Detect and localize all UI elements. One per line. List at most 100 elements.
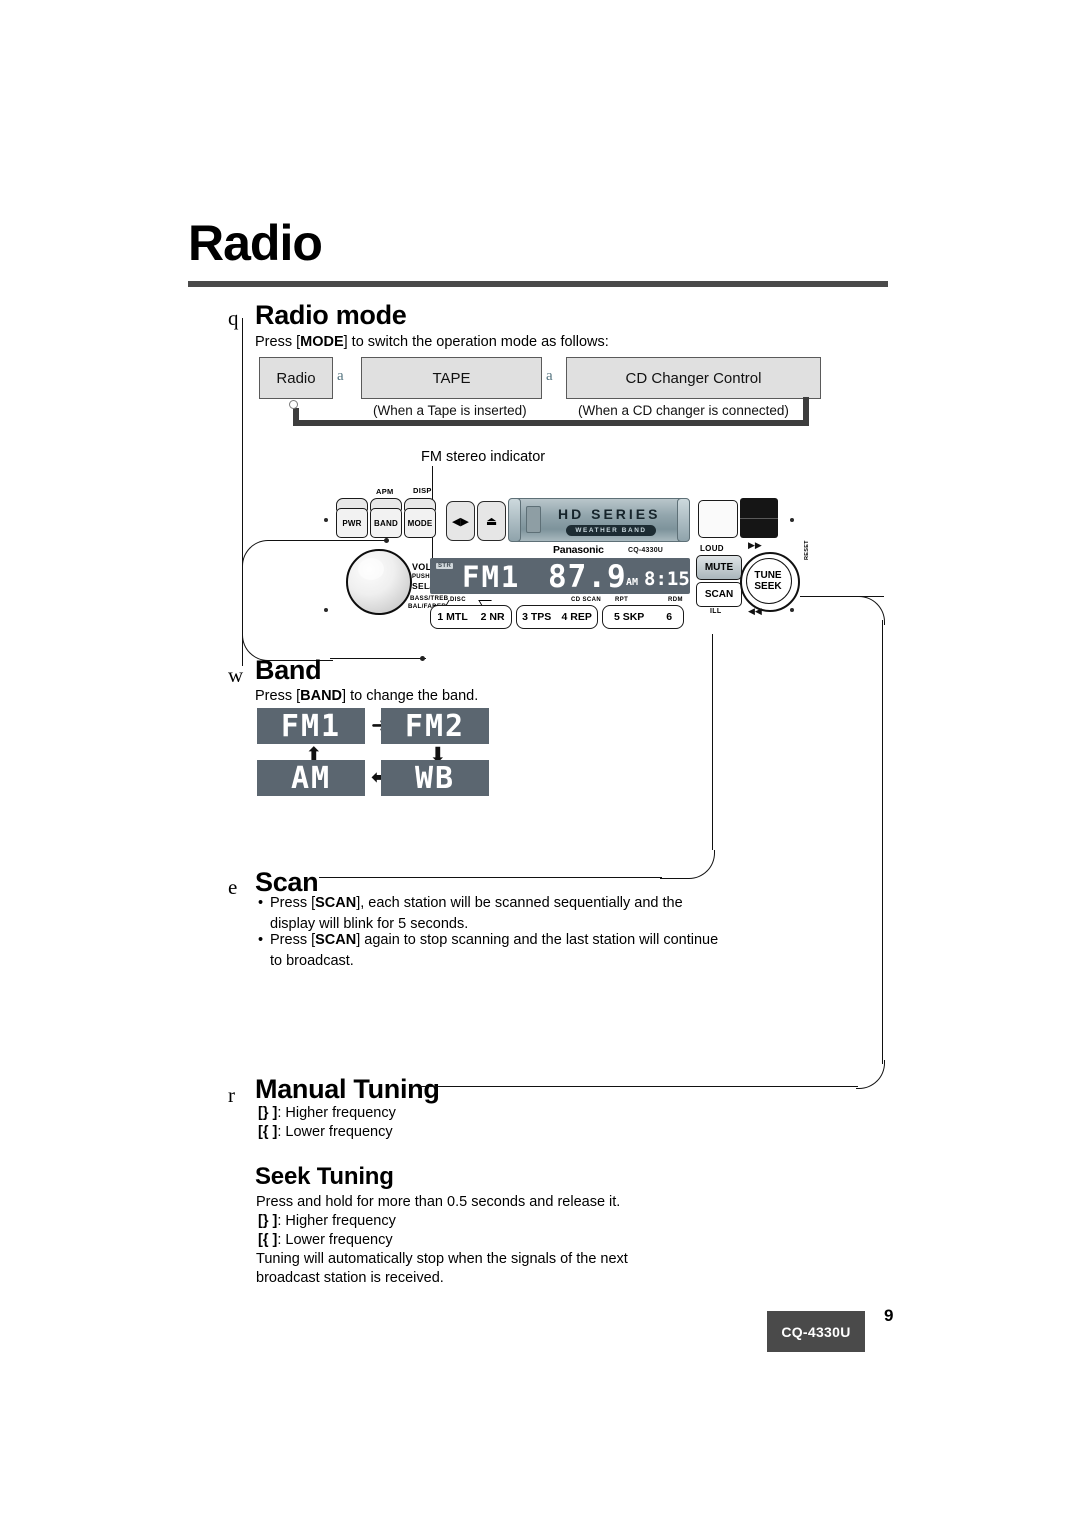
hd-series-logo: HD SERIES (558, 506, 661, 522)
scan-bullet-1-dot: • (258, 895, 264, 911)
label-push: PUSH (412, 574, 430, 580)
mode-button-label: MODE (407, 518, 433, 528)
band-cycle-am: AM (257, 760, 365, 796)
scan-button[interactable]: SCAN (696, 582, 742, 607)
seek-tuning-line-2-text: : Lower frequency (277, 1232, 393, 1248)
band-cycle-wb-label: WB (414, 760, 456, 796)
manual-tuning-line-2: [{ ]: Lower frequency (258, 1123, 393, 1142)
scroll-button[interactable]: ◀▶ (446, 501, 475, 541)
footer-model-badge: CQ-4330U (767, 1311, 865, 1352)
leader-tune-horizontal-bottom (420, 1086, 858, 1087)
mode-note-cd-changer: (When a CD changer is connected) (578, 403, 789, 418)
scan-bullet-1-pre: Press [ (270, 895, 316, 911)
label-apm: APM (376, 487, 394, 496)
mode-box-cd-changer[interactable]: CD Changer Control (566, 357, 821, 399)
section-marker-manual-tuning: r (228, 1083, 235, 1107)
leader-w-endpoint (384, 538, 389, 543)
mode-box-radio[interactable]: Radio (259, 357, 333, 399)
mode-box-cd-changer-label: CD Changer Control (625, 369, 762, 387)
seek-label: SEEK (754, 580, 782, 592)
manual-page: Radio q Radio mode Press [MODE] to switc… (0, 0, 1080, 1528)
preset-group-3[interactable]: 5 SKP 6 (602, 605, 684, 629)
band-cycle-fm2: FM2 (381, 708, 489, 744)
section-marker-radio-mode: q (228, 306, 239, 330)
tune-seek-label: TUNE SEEK (746, 570, 790, 592)
preset-4-label: 4 REP (561, 611, 592, 623)
manual-tuning-line-2-text: : Lower frequency (277, 1124, 393, 1140)
preset-2-label: 2 NR (480, 611, 505, 623)
mode-note-tape: (When a Tape is inserted) (373, 403, 527, 418)
mode-flow-arrow-2: a (546, 368, 553, 384)
label-ill: ILL (710, 608, 722, 615)
faceplate-right-cap (677, 498, 690, 542)
preset-6-label: 6 (666, 611, 673, 623)
band-cycle-fm2-label: FM2 (404, 708, 466, 744)
rewind-icon: ◀◀ (748, 606, 762, 616)
pwr-button[interactable]: PWR (336, 508, 368, 538)
manual-tuning-line-1-text: : Higher frequency (277, 1105, 396, 1121)
scan-bullet-2-key: SCAN (315, 932, 357, 948)
mode-loop-dot (289, 400, 298, 409)
band-cycle-wb: WB (381, 760, 489, 796)
label-vol: VOL (412, 562, 432, 572)
leader-tune-curve-bottom (856, 1060, 885, 1089)
mode-box-radio-label: Radio (276, 369, 316, 387)
leader-scan-horizontal (319, 877, 662, 878)
release-button-line (740, 518, 778, 519)
mute-button[interactable]: MUTE (696, 555, 742, 580)
section-heading-seek-tuning: Seek Tuning (255, 1163, 394, 1190)
screw-bottom-left (324, 608, 328, 612)
seek-tuning-outro-1: Tuning will automatically stop when the … (256, 1251, 628, 1267)
lcd-band: FM1 (462, 560, 521, 594)
band-cycle-am-label: AM (290, 760, 332, 796)
scan-button-label: SCAN (704, 589, 734, 600)
scan-bullet-2-pre: Press [ (270, 932, 316, 948)
page-title: Radio (188, 215, 323, 271)
volume-knob[interactable] (346, 549, 412, 615)
scroll-icon: ◀▶ (452, 515, 469, 528)
mode-box-tape[interactable]: TAPE (361, 357, 542, 399)
section-heading-band: Band (255, 655, 322, 685)
leader-tune-horizontal-top (800, 596, 884, 597)
preset-group-1[interactable]: 1 MTL 2 NR (430, 605, 512, 629)
manual-tuning-line-1: [} ]: Higher frequency (258, 1104, 396, 1123)
reset-side-label: RESET (804, 540, 810, 560)
leader-scan-curve (660, 850, 715, 879)
section-heading-manual-tuning: Manual Tuning (255, 1074, 440, 1104)
pwr-button-label: PWR (342, 518, 362, 528)
faceplate-slot (526, 506, 541, 533)
section-marker-scan: e (228, 875, 238, 899)
preset-3-label: 3 TPS (522, 611, 552, 623)
preset-group-2[interactable]: 3 TPS 4 REP (516, 605, 598, 629)
radio-mode-intro-pre: Press [ (255, 334, 301, 350)
screw-top-right (790, 518, 794, 522)
manual-tuning-down-icon: [{ ] (258, 1124, 278, 1140)
section-marker-band: w (228, 663, 244, 687)
band-intro-post: ] to change the band. (342, 688, 479, 704)
band-button[interactable]: BAND (370, 508, 402, 538)
label-disp: DISP (413, 486, 432, 495)
radio-mode-intro-key: MODE (300, 334, 344, 350)
tune-label: TUNE (754, 570, 782, 581)
mode-button[interactable]: MODE (404, 508, 436, 538)
scan-bullet-2: • Press [SCAN] again to stop scanning and… (258, 930, 725, 972)
mini-label-disc: DISC (450, 597, 466, 603)
mini-label-rdm: RDM (668, 597, 683, 603)
stereo-indicator: STR (436, 563, 454, 569)
right-blank-button[interactable] (698, 500, 738, 538)
scan-bullet-1: • Press [SCAN], each station will be scan… (258, 893, 725, 935)
mini-label-cd-scan: CD SCAN (571, 597, 602, 603)
mode-box-tape-label: TAPE (432, 369, 471, 387)
volume-knob-highlight (358, 558, 384, 580)
lcd-display: STR FM1 87.9 AM 8:15 (430, 558, 690, 594)
weather-band-badge: WEATHER BAND (566, 525, 656, 536)
section-heading-radio-mode: Radio mode (255, 300, 407, 330)
mode-flow-arrow-1: a (337, 368, 344, 384)
leader-tune-curve-top (856, 596, 885, 625)
radio-mode-intro-post: ] to switch the operation mode as follow… (343, 334, 609, 350)
seek-tuning-outro-2: broadcast station is received. (256, 1270, 444, 1286)
band-cycle-fm1-label: FM1 (280, 708, 342, 744)
panasonic-brand: Panasonic (553, 544, 604, 556)
eject-button[interactable]: ⏏ (477, 501, 506, 541)
fast-forward-icon: ▶▶ (748, 540, 762, 550)
